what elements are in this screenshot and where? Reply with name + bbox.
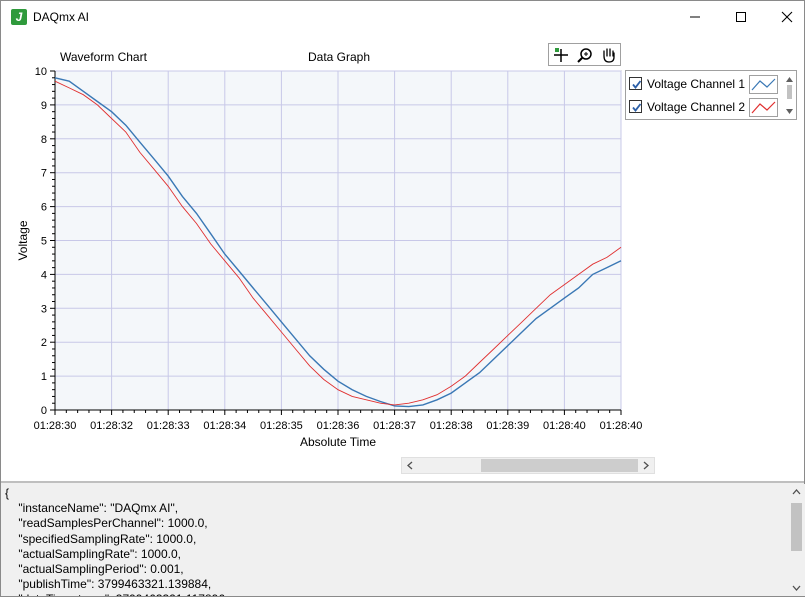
y-tick-label: 4 <box>41 269 47 281</box>
y-tick-label: 10 <box>35 66 47 78</box>
y-tick-label: 1 <box>41 371 47 383</box>
x-tick-label: 01:28:40 <box>543 420 586 432</box>
plot-grid <box>54 70 622 411</box>
chevron-right-icon <box>643 461 649 470</box>
x-axis-title: Absolute Time <box>300 435 376 449</box>
window-title: DAQmx AI <box>33 10 90 24</box>
json-line: { <box>5 486 10 500</box>
y-tick-label: 3 <box>41 303 47 315</box>
x-tick-label: 01:28:32 <box>90 420 133 432</box>
scroll-thumb[interactable] <box>481 459 638 472</box>
close-button[interactable] <box>764 1 805 33</box>
x-tick-label: 01:28:33 <box>147 420 190 432</box>
y-tick-label: 2 <box>41 337 47 349</box>
json-output-text: { "instanceName": "DAQmx AI", "readSampl… <box>5 486 228 596</box>
graph-horizontal-scrollbar[interactable] <box>401 457 655 474</box>
json-line: "publishTime": 3799463321.139884, <box>5 577 212 592</box>
json-line: "actualSamplingRate": 1000.0, <box>5 546 181 561</box>
title-bar[interactable]: J DAQmx AI <box>1 1 804 33</box>
y-tick-label: 0 <box>41 405 47 417</box>
minimize-icon <box>690 16 700 18</box>
json-output-pane[interactable]: { "instanceName": "DAQmx AI", "readSampl… <box>1 483 804 596</box>
data-graph-plot[interactable]: 0 1 2 3 4 5 6 7 8 9 10 01:28:30 01:28:32 01:28:33 01:2… <box>1 61 805 461</box>
x-tick-label: 01:28:35 <box>260 420 303 432</box>
scroll-right-button[interactable] <box>637 458 654 473</box>
json-line: "actualSamplingPeriod": 0.001, <box>5 562 184 577</box>
json-line: "specifiedSamplingRate": 1000.0, <box>5 531 197 546</box>
y-tick-label: 7 <box>41 168 47 180</box>
app-icon: J <box>11 9 27 25</box>
x-tick-label: 01:28:40 <box>600 420 643 432</box>
y-tick-label: 5 <box>41 236 47 248</box>
x-tick-label: 01:28:30 <box>34 420 77 432</box>
scroll-left-button[interactable] <box>402 458 419 473</box>
x-tick-label: 01:28:39 <box>486 420 529 432</box>
json-line: "dataTimestamp": 3799463321.117896, <box>5 592 228 596</box>
y-tick-label: 9 <box>41 100 47 112</box>
minimize-button[interactable] <box>672 1 718 33</box>
y-tick-label: 8 <box>41 134 47 146</box>
maximize-button[interactable] <box>718 1 764 33</box>
x-tick-label: 01:28:38 <box>430 420 473 432</box>
json-line: "instanceName": "DAQmx AI", <box>5 501 179 516</box>
json-vertical-scrollbar[interactable] <box>788 484 805 596</box>
maximize-icon <box>736 12 746 22</box>
scroll-thumb[interactable] <box>791 503 802 551</box>
y-axis-title: Voltage <box>16 220 30 260</box>
x-tick-label: 01:28:37 <box>373 420 416 432</box>
x-tick-label: 01:28:34 <box>203 420 246 432</box>
y-tick-label: 6 <box>41 202 47 214</box>
json-line: "readSamplesPerChannel": 1000.0, <box>5 516 208 531</box>
x-tick-label: 01:28:36 <box>317 420 360 432</box>
close-icon <box>781 11 793 23</box>
chevron-left-icon <box>407 461 413 470</box>
app-window: J DAQmx AI Waveform Chart Data Graph Vol… <box>0 0 805 597</box>
